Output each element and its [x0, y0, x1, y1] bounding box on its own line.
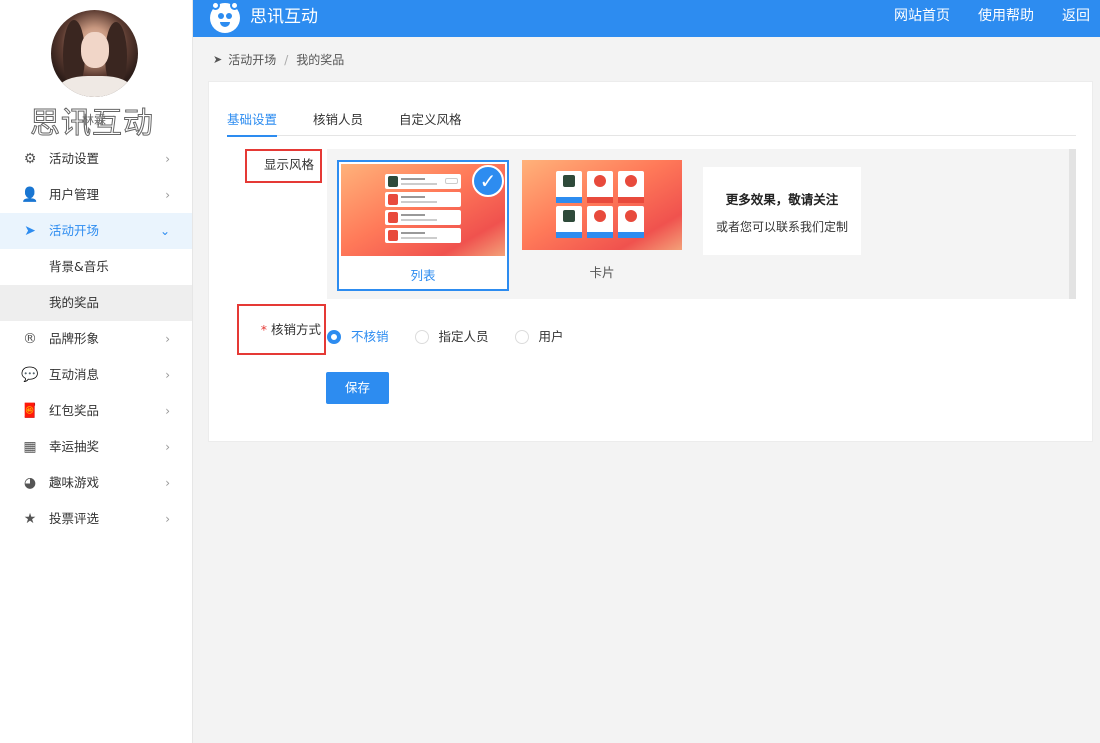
verify-method-text: 核销方式	[270, 322, 321, 337]
sidebar-item-label: 趣味游戏	[49, 475, 100, 490]
sidebar-item-label: 活动设置	[49, 151, 100, 166]
breadcrumb-item-current: 我的奖品	[296, 53, 345, 67]
sidebar-item-lucky-draw[interactable]: ▦ 幸运抽奖 ›	[0, 429, 192, 465]
bear-logo-icon	[210, 1, 240, 33]
radio-label: 不核销	[351, 329, 389, 344]
radio-unchecked-icon	[514, 330, 529, 344]
sidebar-item-label: 用户管理	[49, 187, 100, 202]
sidebar-item-label: 品牌形象	[49, 331, 100, 346]
preview-card	[618, 206, 644, 238]
preview-card	[587, 171, 613, 203]
sidebar-item-activity-opening[interactable]: ➤ 活动开场 ⌄	[0, 213, 192, 249]
preview-row	[385, 192, 461, 207]
top-bar: 思讯互动 网站首页 使用帮助 返回	[193, 0, 1100, 37]
radio-checked-icon	[327, 330, 341, 344]
sidebar-menu: ⚙ 活动设置 › 👤 用户管理 › ➤ 活动开场 ⌄ 背景&音乐 我的奖品 ® …	[0, 141, 192, 537]
style-caption-card: 卡片	[589, 265, 615, 280]
chat-bubble-icon: 💬	[21, 367, 39, 383]
sidebar-item-label: 红包奖品	[49, 403, 100, 418]
radio-unchecked-icon	[414, 330, 429, 344]
style-caption-list: 列表	[410, 268, 436, 283]
save-button[interactable]: 保存	[326, 372, 389, 404]
chevron-right-icon: ›	[165, 476, 170, 490]
radio-no-verify[interactable]: 不核销	[327, 328, 389, 346]
user-card-icon: 👤	[21, 187, 39, 203]
home-link[interactable]: 网站首页	[894, 0, 950, 32]
radio-label: 指定人员	[438, 329, 489, 344]
tab-custom-style[interactable]: 自定义风格	[399, 109, 462, 136]
sidebar-item-label: 活动开场	[49, 223, 100, 238]
breadcrumb-separator: /	[284, 52, 289, 67]
settings-card: 基础设置 核销人员 自定义风格 显示风格 ✓ 列表 卡片 更多效果，敬请关注 或…	[208, 81, 1093, 442]
top-nav: 网站首页 使用帮助 返回	[894, 0, 1090, 32]
user-name: 林霖	[82, 113, 107, 127]
preview-row	[385, 210, 461, 225]
sidebar-item-label: 互动消息	[49, 367, 100, 382]
gears-icon: ⚙	[23, 151, 37, 167]
chevron-right-icon: ›	[165, 440, 170, 454]
more-effects-box: 更多效果，敬请关注 或者您可以联系我们定制	[703, 167, 861, 255]
paper-plane-icon: ➤	[213, 53, 223, 66]
tab-bar: 基础设置 核销人员 自定义风格	[227, 109, 1076, 137]
chevron-right-icon: ›	[165, 368, 170, 382]
verify-method-label: * 核销方式	[237, 304, 326, 355]
tab-basic-settings[interactable]: 基础设置	[227, 109, 278, 137]
style-option-list[interactable]: ✓ 列表	[337, 160, 509, 291]
preview-row	[385, 174, 461, 189]
chevron-right-icon: ›	[165, 404, 170, 418]
more-effects-title: 更多效果，敬请关注	[725, 192, 839, 207]
radio-label: 用户	[538, 329, 564, 344]
sidebar-item-label: 背景&音乐	[49, 259, 109, 274]
star-icon: ★	[23, 511, 37, 527]
sidebar-item-voting[interactable]: ★ 投票评选 ›	[0, 501, 192, 537]
preview-card	[587, 206, 613, 238]
sidebar: 思讯互动 林霖 ⚙ 活动设置 › 👤 用户管理 › ➤ 活动开场 ⌄ 背景&音乐…	[0, 0, 193, 743]
preview-card	[556, 171, 582, 203]
app-title: 思讯互动	[250, 7, 318, 27]
sidebar-item-user-management[interactable]: 👤 用户管理 ›	[0, 177, 192, 213]
tab-verifiers[interactable]: 核销人员	[313, 109, 363, 136]
paper-plane-icon: ➤	[24, 223, 36, 239]
breadcrumb-item[interactable]: 活动开场	[228, 51, 276, 68]
more-effects-subtitle: 或者您可以联系我们定制	[715, 220, 848, 234]
help-link[interactable]: 使用帮助	[978, 0, 1034, 32]
sidebar-item-label: 幸运抽奖	[49, 439, 100, 454]
sidebar-subitem-background-music[interactable]: 背景&音乐	[0, 249, 192, 285]
style-option-card[interactable]: 卡片	[522, 160, 682, 280]
chevron-down-icon: ⌄	[159, 224, 170, 238]
gamepad-icon: ◕	[23, 475, 37, 491]
registered-icon: ®	[23, 331, 37, 347]
sidebar-item-interactive-messages[interactable]: 💬 互动消息 ›	[0, 357, 192, 393]
radio-designated-staff[interactable]: 指定人员	[414, 328, 489, 346]
sidebar-item-brand-image[interactable]: ® 品牌形象 ›	[0, 321, 192, 357]
sidebar-item-activity-settings[interactable]: ⚙ 活动设置 ›	[0, 141, 192, 177]
chevron-right-icon: ›	[165, 152, 170, 166]
back-link[interactable]: 返回	[1062, 0, 1090, 32]
radio-user[interactable]: 用户	[514, 328, 564, 346]
chevron-right-icon: ›	[165, 188, 170, 202]
sidebar-item-label: 投票评选	[49, 511, 100, 526]
check-icon: ✓	[472, 165, 504, 197]
preview-card	[556, 206, 582, 238]
preview-row	[385, 228, 461, 243]
sidebar-item-fun-games[interactable]: ◕ 趣味游戏 ›	[0, 465, 192, 501]
lottery-icon: ▦	[23, 439, 37, 455]
avatar[interactable]	[51, 10, 138, 97]
chevron-right-icon: ›	[165, 332, 170, 346]
chevron-right-icon: ›	[165, 512, 170, 526]
display-style-label: 显示风格	[245, 149, 322, 183]
card-style-preview	[522, 160, 682, 250]
sidebar-item-label: 我的奖品	[49, 295, 100, 310]
preview-card	[618, 171, 644, 203]
red-packet-icon: 🧧	[21, 403, 39, 419]
verify-method-radio-group: 不核销 指定人员 用户	[327, 328, 590, 346]
breadcrumb: ➤ 活动开场 / 我的奖品	[213, 51, 344, 68]
required-mark: *	[260, 322, 267, 337]
sidebar-item-red-packet-prizes[interactable]: 🧧 红包奖品 ›	[0, 393, 192, 429]
sidebar-subitem-my-prizes[interactable]: 我的奖品	[0, 285, 192, 321]
